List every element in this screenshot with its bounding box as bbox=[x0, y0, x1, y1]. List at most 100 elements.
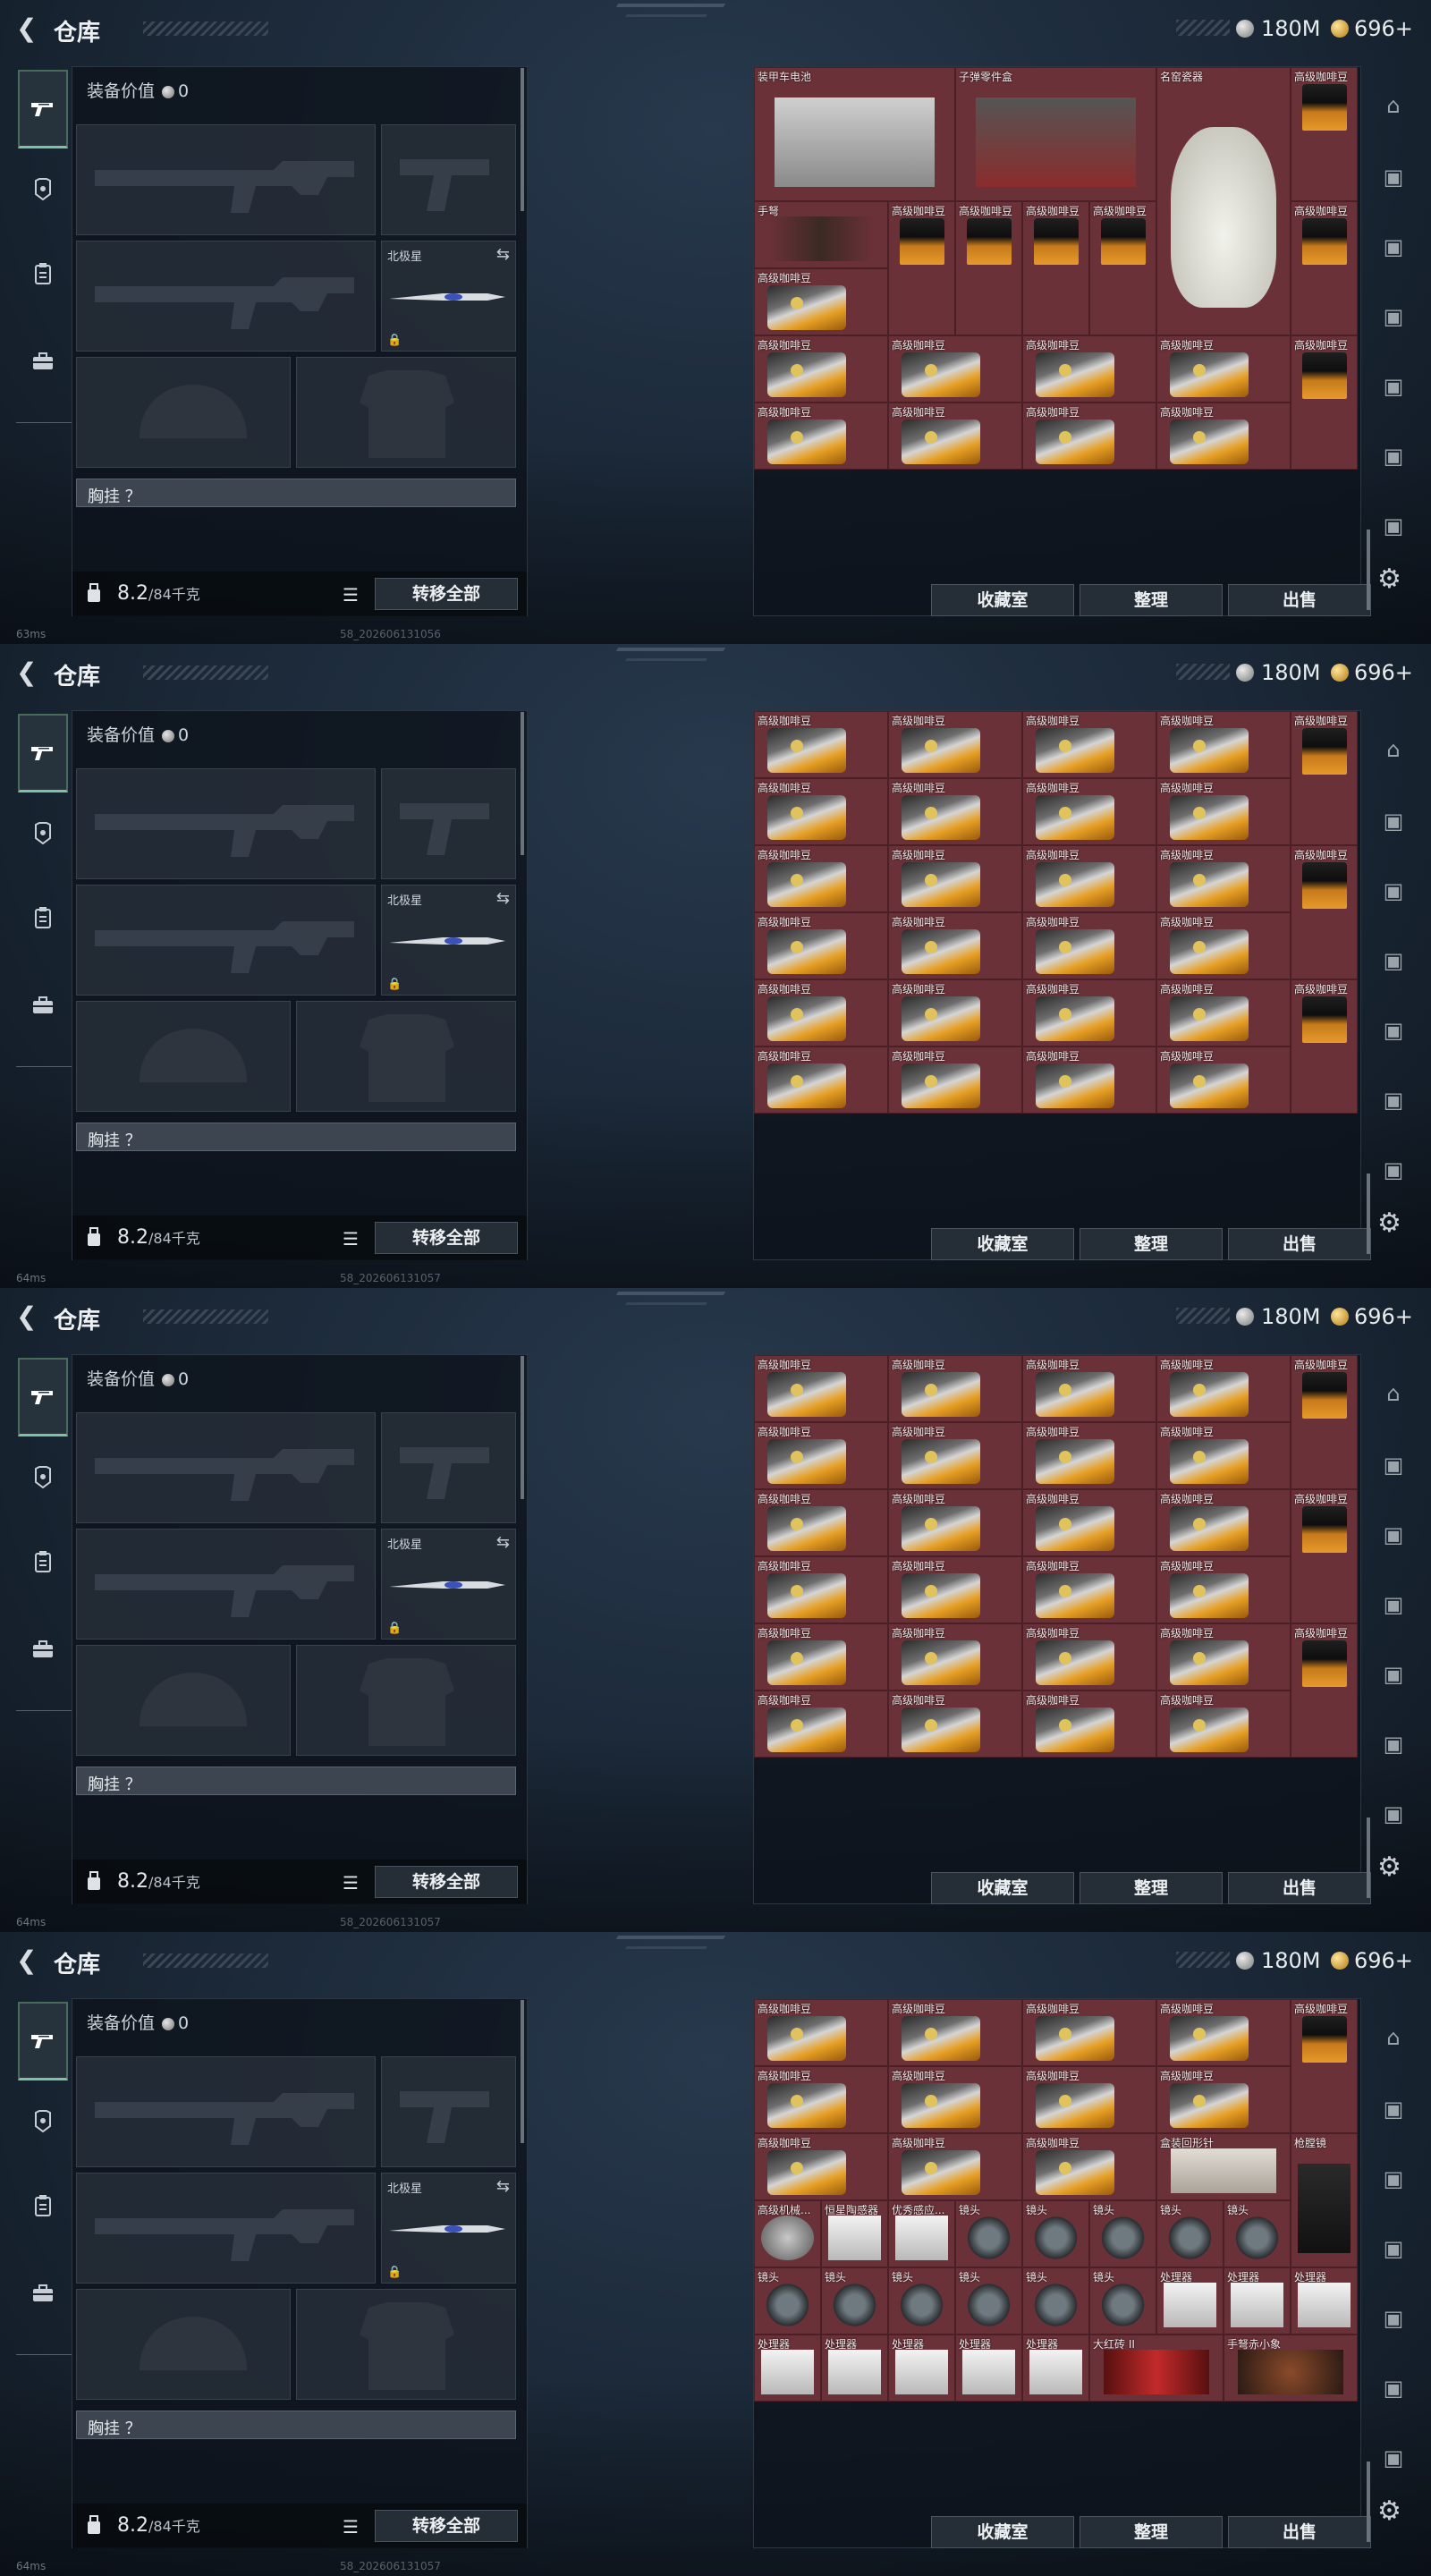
tab-storage-6-icon[interactable]: ▣ bbox=[1374, 1080, 1413, 1120]
secondary-weapon-slot[interactable] bbox=[76, 1529, 376, 1640]
storage-item-coffee-box[interactable]: 高级咖啡豆 bbox=[888, 1556, 1022, 1623]
list-icon[interactable]: ☰ bbox=[343, 584, 359, 606]
storage-item-parts[interactable]: 子弹零件盒 bbox=[955, 67, 1156, 201]
storage-item-coffee-bag[interactable]: 高级咖啡豆 bbox=[1291, 1489, 1358, 1623]
storage-item-lens[interactable]: 镜头 bbox=[754, 2267, 821, 2334]
armor-slot[interactable] bbox=[296, 2289, 516, 2400]
storage-item-cpu[interactable]: 处理器 bbox=[821, 2334, 888, 2402]
tab-backpack-icon[interactable] bbox=[18, 1610, 68, 1689]
tab-gear-icon[interactable] bbox=[18, 878, 68, 957]
storage-item-vase[interactable]: 名窑瓷器 bbox=[1156, 67, 1291, 335]
storage-item-coffee-box[interactable]: 高级咖啡豆 bbox=[1156, 845, 1291, 912]
storage-scrollbar[interactable] bbox=[1367, 1174, 1370, 1254]
tab-storage-2-icon[interactable]: ▣ bbox=[1374, 1445, 1413, 1485]
primary-weapon-slot[interactable] bbox=[76, 1412, 376, 1523]
tab-storage-5-icon[interactable]: ▣ bbox=[1374, 367, 1413, 406]
storage-item-coffee-bag[interactable]: 高级咖啡豆 bbox=[1291, 201, 1358, 335]
storage-item-coffee-bag[interactable]: 高级咖啡豆 bbox=[1291, 1623, 1358, 1758]
storage-item-coffee-box[interactable]: 高级咖啡豆 bbox=[1022, 711, 1156, 778]
points-amount[interactable]: 696+ bbox=[1354, 16, 1413, 41]
sell-button[interactable]: 出售 bbox=[1228, 584, 1371, 616]
tab-storage-6-icon[interactable]: ▣ bbox=[1374, 1724, 1413, 1764]
back-arrow-icon[interactable]: ❮ bbox=[16, 1948, 37, 1973]
tab-weapons-icon[interactable] bbox=[18, 2002, 68, 2080]
money-amount[interactable]: 180M bbox=[1261, 1948, 1321, 1973]
tab-weapons-icon[interactable] bbox=[18, 714, 68, 792]
storage-item-coffee-box[interactable]: 高级咖啡豆 bbox=[888, 335, 1022, 402]
pistol-slot[interactable] bbox=[381, 124, 516, 235]
storage-item-coffee-box[interactable]: 高级咖啡豆 bbox=[888, 979, 1022, 1046]
storage-item-coffee-box[interactable]: 高级咖啡豆 bbox=[888, 2133, 1022, 2200]
storage-item-cpu[interactable]: 恒星陶感器 bbox=[821, 2200, 888, 2267]
storage-item-coffee-box[interactable]: 高级咖啡豆 bbox=[888, 711, 1022, 778]
storage-item-coffee-box[interactable]: 高级咖啡豆 bbox=[754, 268, 888, 335]
melee-slot[interactable]: 北极星 ⇆ 🔒 bbox=[381, 2173, 516, 2284]
storage-item-cpu[interactable]: 处理器 bbox=[1156, 2267, 1224, 2334]
list-icon[interactable]: ☰ bbox=[343, 1228, 359, 1250]
storage-item-coffee-box[interactable]: 高级咖啡豆 bbox=[1156, 2066, 1291, 2133]
loadout-scrollbar[interactable] bbox=[521, 2000, 524, 2143]
storage-item-mask[interactable]: 高级机械... bbox=[754, 2200, 821, 2267]
points-amount[interactable]: 696+ bbox=[1354, 1304, 1413, 1329]
storage-item-coffee-box[interactable]: 高级咖啡豆 bbox=[1022, 979, 1156, 1046]
tab-gear-icon[interactable] bbox=[18, 2166, 68, 2245]
storage-item-coffee-box[interactable]: 高级咖啡豆 bbox=[888, 1046, 1022, 1114]
storage-item-coffee-box[interactable]: 高级咖啡豆 bbox=[888, 912, 1022, 979]
storage-item-coffee-box[interactable]: 高级咖啡豆 bbox=[1022, 1556, 1156, 1623]
sort-button[interactable]: 整理 bbox=[1080, 1872, 1223, 1904]
armor-slot[interactable] bbox=[296, 357, 516, 468]
points-amount[interactable]: 696+ bbox=[1354, 1948, 1413, 1973]
storage-item-coffee-bag[interactable]: 高级咖啡豆 bbox=[1089, 201, 1156, 335]
storage-item-scope[interactable]: 枪膛镜 bbox=[1291, 2133, 1358, 2267]
list-icon[interactable]: ☰ bbox=[343, 1872, 359, 1894]
storage-item-coffee-bag[interactable]: 高级咖啡豆 bbox=[1291, 335, 1358, 470]
primary-weapon-slot[interactable] bbox=[76, 2056, 376, 2167]
back-arrow-icon[interactable]: ❮ bbox=[16, 660, 37, 685]
collection-button[interactable]: 收藏室 bbox=[931, 1872, 1074, 1904]
tab-storage-5-icon[interactable]: ▣ bbox=[1374, 1011, 1413, 1050]
storage-item-coffee-box[interactable]: 高级咖啡豆 bbox=[754, 335, 888, 402]
tab-storage-1-icon[interactable]: ⌂ bbox=[1374, 86, 1413, 125]
transfer-all-button[interactable]: 转移全部 bbox=[375, 1866, 518, 1898]
helmet-slot[interactable] bbox=[76, 1001, 291, 1112]
storage-item-coffee-box[interactable]: 高级咖啡豆 bbox=[888, 2066, 1022, 2133]
settings-gear-icon[interactable]: ⚙ bbox=[1377, 2496, 1401, 2527]
tab-storage-4-icon[interactable]: ▣ bbox=[1374, 2229, 1413, 2268]
storage-item-lens[interactable]: 镜头 bbox=[1156, 2200, 1224, 2267]
money-amount[interactable]: 180M bbox=[1261, 16, 1321, 41]
storage-item-crossbow[interactable]: 手弩 bbox=[754, 201, 888, 268]
storage-item-lens[interactable]: 镜头 bbox=[955, 2267, 1022, 2334]
pistol-slot[interactable] bbox=[381, 1412, 516, 1523]
tab-storage-3-icon[interactable]: ▣ bbox=[1374, 227, 1413, 267]
loadout-scrollbar[interactable] bbox=[521, 712, 524, 855]
settings-gear-icon[interactable]: ⚙ bbox=[1377, 1852, 1401, 1883]
storage-item-coffee-box[interactable]: 高级咖啡豆 bbox=[1156, 402, 1291, 470]
sort-button[interactable]: 整理 bbox=[1080, 2516, 1223, 2548]
storage-item-coffee-box[interactable]: 高级咖啡豆 bbox=[1156, 1046, 1291, 1114]
storage-item-coffee-bag[interactable]: 高级咖啡豆 bbox=[888, 201, 955, 335]
storage-item-coffee-box[interactable]: 高级咖啡豆 bbox=[888, 1623, 1022, 1690]
storage-item-battery[interactable]: 装甲车电池 bbox=[754, 67, 955, 201]
tab-storage-2-icon[interactable]: ▣ bbox=[1374, 157, 1413, 197]
storage-item-coffee-box[interactable]: 高级咖啡豆 bbox=[888, 402, 1022, 470]
loadout-scrollbar[interactable] bbox=[521, 68, 524, 211]
storage-item-coffee-box[interactable]: 高级咖啡豆 bbox=[1156, 1690, 1291, 1758]
storage-item-coffee-box[interactable]: 高级咖啡豆 bbox=[1156, 912, 1291, 979]
storage-scrollbar[interactable] bbox=[1367, 2462, 1370, 2542]
storage-item-coffee-bag[interactable]: 高级咖啡豆 bbox=[1291, 979, 1358, 1114]
chest-rig-slot[interactable]: 胸挂 ？ bbox=[76, 479, 516, 507]
tab-storage-4-icon[interactable]: ▣ bbox=[1374, 297, 1413, 336]
storage-item-coffee-box[interactable]: 高级咖啡豆 bbox=[1022, 1690, 1156, 1758]
chest-rig-slot[interactable]: 胸挂 ？ bbox=[76, 1123, 516, 1151]
storage-item-brick[interactable]: 大红砖 II bbox=[1089, 2334, 1224, 2402]
transfer-all-button[interactable]: 转移全部 bbox=[375, 578, 518, 610]
sell-button[interactable]: 出售 bbox=[1228, 2516, 1371, 2548]
storage-item-coffee-box[interactable]: 高级咖啡豆 bbox=[1022, 1489, 1156, 1556]
loadout-scrollbar[interactable] bbox=[521, 1356, 524, 1499]
primary-weapon-slot[interactable] bbox=[76, 768, 376, 879]
storage-item-coffee-bag[interactable]: 高级咖啡豆 bbox=[1291, 711, 1358, 845]
storage-item-coffee-box[interactable]: 高级咖啡豆 bbox=[1156, 1422, 1291, 1489]
collection-button[interactable]: 收藏室 bbox=[931, 2516, 1074, 2548]
storage-item-coffee-box[interactable]: 高级咖啡豆 bbox=[754, 1690, 888, 1758]
tab-storage-1-icon[interactable]: ⌂ bbox=[1374, 2018, 1413, 2057]
